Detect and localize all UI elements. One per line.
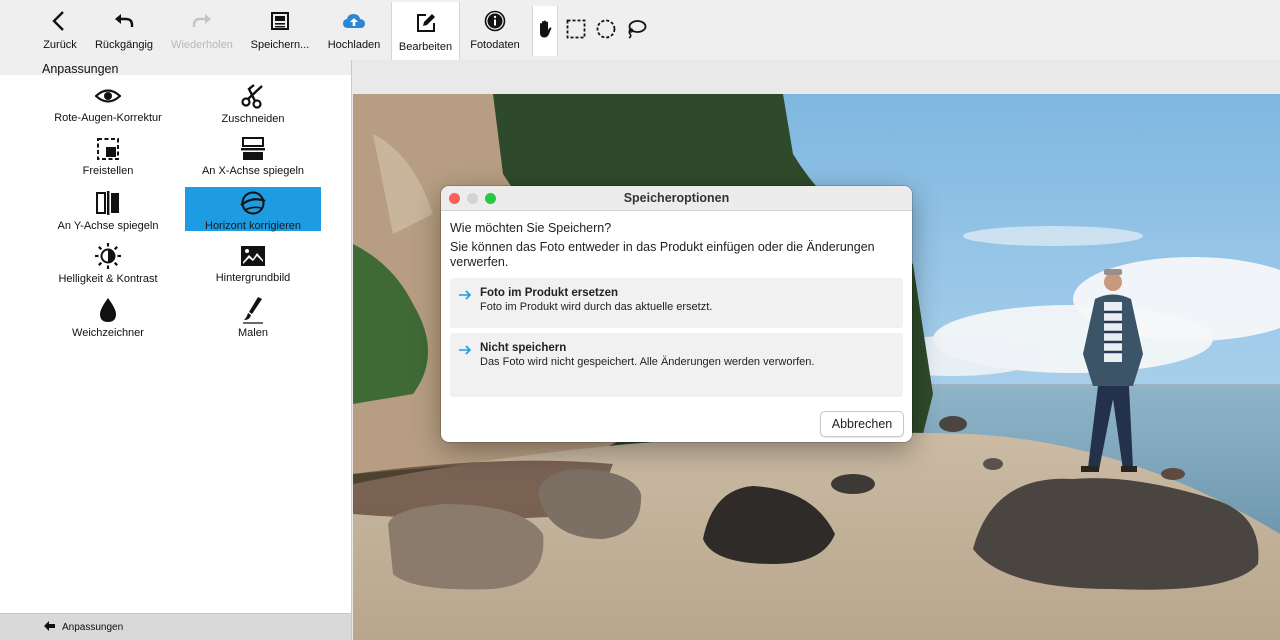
back-label: Zurück [43,39,77,51]
arrow-right-icon [458,343,472,357]
undo-label: Rückgängig [94,39,154,51]
adjust-brightness-label: Helligkeit & Kontrast [58,273,158,285]
adjust-flip-y[interactable]: An Y-Achse spiegeln [40,187,176,232]
brightness-icon [94,243,122,269]
adjust-background-image[interactable]: Hintergrundbild [185,240,321,284]
adjust-flip-y-label: An Y-Achse spiegeln [57,220,159,232]
photo-data-button[interactable]: Fotodaten [467,0,523,58]
adjust-flip-x-label: An X-Achse spiegeln [201,165,305,177]
flip-x-icon [239,136,267,161]
undo-icon [112,9,136,33]
cancel-button[interactable]: Abbrechen [820,411,904,437]
adjust-red-eye[interactable]: Rote-Augen-Korrektur [40,80,176,124]
eye-icon [94,83,122,108]
scissors-icon [239,83,267,109]
adjust-cutout[interactable]: Freistellen [40,133,176,177]
lasso-icon [625,19,647,44]
info-icon [483,9,507,33]
crop-icon [94,136,122,161]
hand-tool[interactable] [532,6,558,56]
undo-button[interactable]: Rückgängig [93,0,155,58]
back-button[interactable]: Zurück [38,0,82,58]
option-dont-save[interactable]: Nicht speichern Das Foto wird nicht gesp… [450,333,903,397]
rect-select-tool[interactable] [564,19,588,43]
arrow-right-icon [458,288,472,302]
redo-icon [190,9,214,33]
adjust-horizon[interactable]: Horizont korrigieren [185,187,321,232]
adjust-cutout-label: Freistellen [82,165,134,177]
panel-footer-label: Anpassungen [62,621,124,633]
dialog-titlebar: Speicheroptionen [441,186,912,211]
redo-button[interactable]: Wiederholen [169,0,235,58]
option-dont-save-subtitle: Das Foto wird nicht gespeichert. Alle Än… [480,356,815,368]
option-replace-photo[interactable]: Foto im Produkt ersetzen Foto im Produkt… [450,278,903,328]
adjust-trim-label: Zuschneiden [221,113,285,125]
hand-tool-icon [537,19,553,44]
dialog-title: Speicheroptionen [623,191,730,205]
save-options-dialog: Speicheroptionen Wie möchten Sie Speiche… [441,186,912,442]
adjust-trim[interactable]: Zuschneiden [185,80,321,125]
adjust-red-eye-label: Rote-Augen-Korrektur [54,112,162,124]
dialog-description: Sie können das Foto entweder in das Prod… [450,240,875,269]
rect-select-icon [566,19,586,44]
adjust-horizon-label: Horizont korrigieren [205,220,301,232]
edit-button[interactable]: Bearbeiten [391,2,460,60]
brush-icon [239,297,267,324]
save-icon [268,9,292,33]
option-dont-save-title: Nicht speichern [480,342,567,354]
horizon-icon [239,190,267,216]
save-button[interactable]: Speichern... [248,0,312,58]
redo-label: Wiederholen [171,39,233,51]
drop-icon [94,297,122,323]
chevron-left-icon [48,9,72,33]
adjust-blur-label: Weichzeichner [72,327,144,339]
option-replace-subtitle: Foto im Produkt wird durch das aktuelle … [480,301,713,313]
adjust-background-image-label: Hintergrundbild [215,272,291,284]
photo-data-label: Fotodaten [470,39,520,51]
flip-y-icon [94,190,122,216]
panel-title: Anpassungen [42,62,119,76]
upload-label: Hochladen [327,39,381,51]
lasso-tool[interactable] [624,19,648,43]
adjustments-panel: Anpassungen Rote-Augen-Korrektur Zuschne… [0,60,352,613]
dialog-question: Wie möchten Sie Speichern? [450,221,612,235]
adjust-brightness[interactable]: Helligkeit & Kontrast [40,240,176,285]
selection-tools [532,6,648,56]
adjust-flip-x[interactable]: An X-Achse spiegeln [185,133,321,177]
panel-footer-back[interactable]: Anpassungen [0,613,352,640]
arrow-left-icon [44,620,56,634]
image-icon [239,243,267,268]
adjust-paint[interactable]: Malen [185,294,321,339]
upload-button[interactable]: Hochladen [325,0,383,58]
cloud-upload-icon [342,9,366,33]
edit-icon [414,11,438,35]
option-replace-title: Foto im Produkt ersetzen [480,287,619,299]
edit-label: Bearbeiten [398,41,453,53]
save-label: Speichern... [250,39,310,51]
toolbar: Zurück Rückgängig Wiederholen Speichern.… [0,0,1280,60]
adjust-blur[interactable]: Weichzeichner [40,294,176,339]
ellipse-select-tool[interactable] [594,19,618,43]
adjust-paint-label: Malen [238,327,268,339]
ellipse-select-icon [596,19,616,44]
